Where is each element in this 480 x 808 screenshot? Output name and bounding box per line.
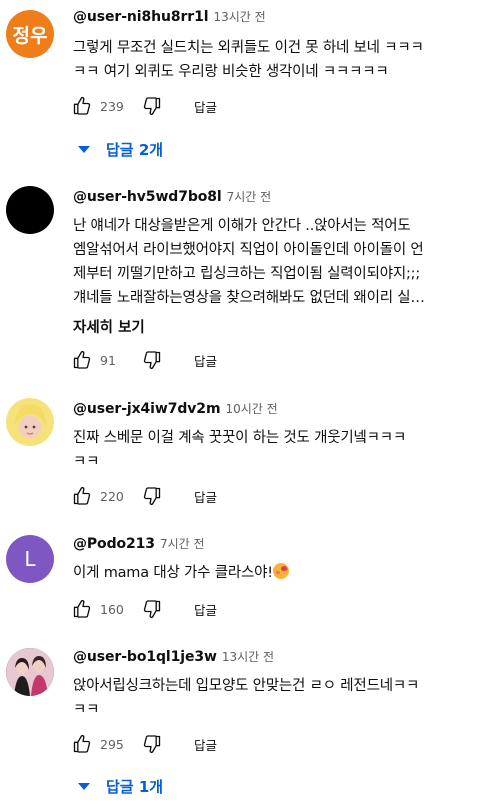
- thumb-up-icon[interactable]: [70, 484, 94, 508]
- thumb-down-icon[interactable]: [140, 732, 164, 756]
- comment-header: @user-ni8hu8rr1l 13시간 전: [73, 8, 266, 25]
- replies-label: 답글 1개: [106, 778, 164, 796]
- avatar[interactable]: [6, 398, 54, 446]
- reply-button[interactable]: 답글: [194, 600, 217, 619]
- thumb-down-icon[interactable]: [140, 94, 164, 118]
- comment-actions: 220 답글: [70, 484, 217, 508]
- thumb-down-icon[interactable]: [140, 348, 164, 372]
- user-handle[interactable]: @user-ni8hu8rr1l: [73, 9, 209, 25]
- comment-actions: 295 답글: [70, 732, 217, 756]
- thumb-up-icon[interactable]: [70, 348, 94, 372]
- comment-line: 걔네들 노래잘하는영상을 찾으려해봐도 없던데 왜이리 실…: [73, 290, 425, 306]
- comment-line: 앉아서립싱크하는데 입모양도 안맞는건 ㄹㅇ 레전드네ㅋㅋ: [73, 678, 420, 694]
- user-handle[interactable]: @Podo213: [73, 536, 155, 552]
- chevron-down-icon: [78, 146, 90, 153]
- avatar-initials: L: [24, 547, 36, 571]
- user-handle[interactable]: @user-jx4iw7dv2m: [73, 401, 221, 417]
- like-count: 220: [100, 488, 124, 504]
- timestamp[interactable]: 13시간 전: [222, 648, 274, 665]
- avatar[interactable]: 정우: [6, 10, 54, 58]
- timestamp[interactable]: 7시간 전: [160, 535, 205, 552]
- comment-actions: 239 답글: [70, 94, 217, 118]
- comment-text: 앉아서립싱크하는데 입모양도 안맞는건 ㄹㅇ 레전드네ㅋㅋ ㅋㅋ: [73, 674, 463, 722]
- view-replies-button[interactable]: 답글 2개: [78, 139, 163, 160]
- avatar[interactable]: [6, 648, 54, 696]
- comment-header: @user-jx4iw7dv2m 10시간 전: [73, 400, 278, 417]
- comment-header: @user-hv5wd7bo8l 7시간 전: [73, 188, 271, 205]
- chevron-down-icon: [78, 783, 90, 790]
- comment-text: 이게 mama 대상 가수 클라스야!: [73, 561, 463, 585]
- reply-button[interactable]: 답글: [194, 735, 217, 754]
- comment-text: 진짜 스베문 이걸 계속 꿋꿋이 하는 것도 개웃기넼ㅋㅋㅋ ㅋㅋ: [73, 426, 463, 474]
- thumb-up-icon[interactable]: [70, 94, 94, 118]
- timestamp[interactable]: 10시간 전: [225, 400, 277, 417]
- comment-line: 진짜 스베문 이걸 계속 꿋꿋이 하는 것도 개웃기넼ㅋㅋㅋ: [73, 430, 407, 446]
- thumb-up-icon[interactable]: [70, 597, 94, 621]
- comment-header: @user-bo1ql1je3w 13시간 전: [73, 648, 274, 665]
- comment-text: 그렇게 무조건 실드치는 외퀴들도 이건 못 하네 보네 ㅋㅋㅋ ㅋㅋ 여기 외…: [73, 36, 463, 84]
- comment-line: 제부터 끼떨기만하고 립싱크하는 직업이됨 실력이되야지;;;: [73, 266, 421, 282]
- avatar[interactable]: [6, 186, 54, 234]
- avatar[interactable]: L: [6, 535, 54, 583]
- timestamp[interactable]: 7시간 전: [227, 188, 272, 205]
- comment-line: 그렇게 무조건 실드치는 외퀴들도 이건 못 하네 보네 ㅋㅋㅋ: [73, 40, 424, 56]
- comment-line: ㅋㅋ: [73, 454, 100, 470]
- like-count: 160: [100, 601, 124, 617]
- avatar-initials: 정우: [12, 24, 48, 47]
- reply-button[interactable]: 답글: [194, 97, 217, 116]
- comment-line: 이게 mama 대상 가수 클라스야!: [73, 561, 463, 585]
- read-more-button[interactable]: 자세히 보기: [73, 316, 145, 337]
- comment-text: 난 얘네가 대상을받은게 이해가 안간다 ..앉아서는 적어도 엠알섞어서 라이…: [73, 214, 463, 310]
- avatar-photo: [6, 648, 54, 696]
- like-count: 91: [100, 352, 116, 368]
- thumb-up-icon[interactable]: [70, 732, 94, 756]
- comment-line: ㅋㅋ 여기 외퀴도 우리랑 비슷한 생각이네 ㅋㅋㅋㅋㅋ: [73, 64, 389, 80]
- reply-button[interactable]: 답글: [194, 351, 217, 370]
- comment-line: ㅋㅋ: [73, 702, 100, 718]
- user-handle[interactable]: @user-hv5wd7bo8l: [73, 189, 222, 205]
- comment-header: @Podo213 7시간 전: [73, 535, 205, 552]
- replies-label: 답글 2개: [106, 141, 164, 159]
- timestamp[interactable]: 13시간 전: [213, 8, 265, 25]
- comment-line-text: 이게 mama 대상 가수 클라스야!: [73, 565, 273, 581]
- reply-button[interactable]: 답글: [194, 487, 217, 506]
- comment-actions: 160 답글: [70, 597, 217, 621]
- like-count: 239: [100, 98, 124, 114]
- comment-actions: 91 답글: [70, 348, 217, 372]
- avatar-photo: [14, 404, 46, 438]
- thumb-down-icon[interactable]: [140, 484, 164, 508]
- comment-line: 엠알섞어서 라이브했어야지 직업이 아이돌인데 아이돌이 언: [73, 242, 424, 258]
- view-replies-button[interactable]: 답글 1개: [78, 776, 163, 797]
- like-count: 295: [100, 736, 124, 752]
- smiling-face-with-hearts-icon: [272, 563, 289, 579]
- comment-line: 난 얘네가 대상을받은게 이해가 안간다 ..앉아서는 적어도: [73, 218, 411, 234]
- thumb-down-icon[interactable]: [140, 597, 164, 621]
- user-handle[interactable]: @user-bo1ql1je3w: [73, 649, 217, 665]
